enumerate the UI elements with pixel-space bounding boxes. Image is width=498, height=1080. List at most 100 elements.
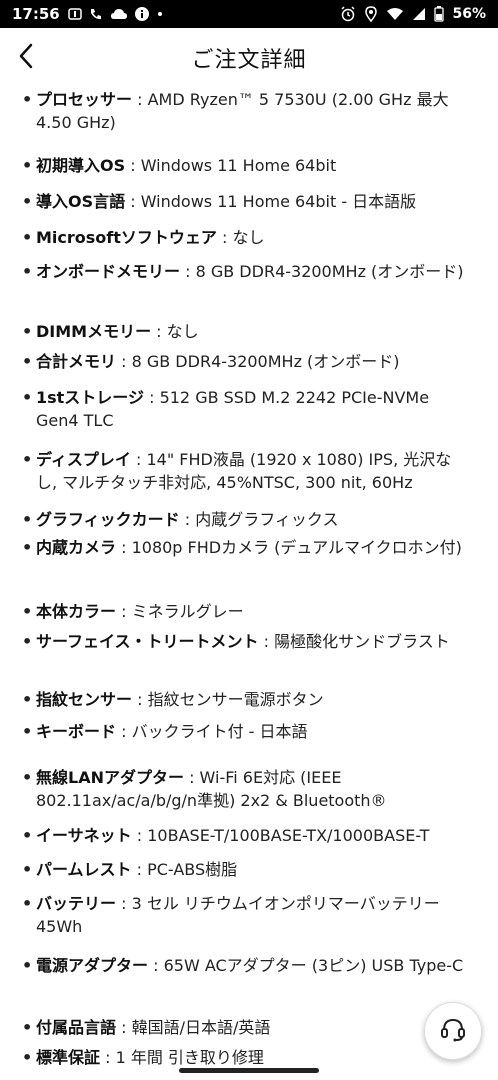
spec-label: 合計メモリ [36, 352, 117, 371]
info-icon [134, 6, 150, 22]
spec-value: 指紋センサー電源ボタン [147, 690, 324, 709]
bullet-icon: • [22, 262, 33, 281]
sim-icon [68, 7, 82, 21]
spec-text: 1stストレージ : 512 GB SSD M.2 2242 PCIe-NVMe… [36, 386, 472, 432]
spec-item: • DIMMメモリー : なし [22, 320, 472, 343]
spec-separator: : [125, 156, 141, 175]
page-title: ご注文詳細 [191, 48, 307, 73]
spec-text: 初期導入OS : Windows 11 Home 64bit [36, 154, 472, 177]
spec-label: 初期導入OS [36, 156, 126, 175]
bullet-icon: • [22, 228, 33, 247]
spec-separator: : [148, 956, 164, 975]
spec-separator: : [116, 538, 132, 557]
spec-item: • 内蔵カメラ : 1080p FHDカメラ (デュアルマイクロホン付) [22, 536, 472, 559]
spec-separator: : [144, 388, 160, 407]
spec-text: 導入OS言語 : Windows 11 Home 64bit - 日本語版 [36, 190, 472, 213]
spec-separator: : [116, 722, 132, 741]
spec-value: 65W ACアダプター (3ピン) USB Type-C [163, 956, 464, 975]
spec-text: 合計メモリ : 8 GB DDR4-3200MHz (オンボード) [36, 350, 472, 373]
chevron-left-icon [16, 42, 36, 74]
spec-label: キーボード [36, 722, 117, 741]
order-details-content[interactable]: • プロセッサー : AMD Ryzen™ 5 7530U (2.00 GHz 最… [0, 88, 498, 1080]
spec-label: 指紋センサー [36, 690, 133, 709]
spec-separator: : [116, 894, 132, 913]
spec-text: 本体カラー : ミネラルグレー [36, 600, 472, 623]
spec-label: 内蔵カメラ [36, 538, 117, 557]
spec-value: 8 GB DDR4-3200MHz (オンボード) [195, 262, 464, 281]
spec-value: 1080p FHDカメラ (デュアルマイクロホン付) [131, 538, 462, 557]
spec-label: 導入OS言語 [36, 192, 126, 211]
spec-label: サーフェイス・トリートメント [36, 632, 259, 651]
page-header: ご注文詳細 [0, 28, 498, 88]
spec-label: グラフィックカード [36, 510, 180, 529]
spec-separator: : [116, 1018, 132, 1037]
spec-label: パームレスト [36, 860, 132, 879]
spec-text: Microsoftソフトウェア : なし [36, 226, 472, 249]
spec-text: バッテリー : 3 セル リチウムイオンポリマーバッテリー 45Wh [36, 892, 472, 938]
spec-value: なし [166, 322, 199, 341]
battery-percent: 56% [452, 6, 486, 22]
spec-item: • 本体カラー : ミネラルグレー [22, 600, 472, 623]
bullet-icon: • [22, 192, 33, 211]
home-indicator[interactable] [179, 1068, 319, 1073]
bullet-icon: • [22, 632, 33, 651]
status-time: 17:56 [12, 5, 60, 23]
bullet-icon: • [22, 510, 33, 529]
spec-label: DIMMメモリー [36, 322, 152, 341]
spec-label: Microsoftソフトウェア [36, 228, 217, 247]
alarm-icon [340, 6, 356, 22]
spec-item: • サーフェイス・トリートメント : 陽極酸化サンドブラスト [22, 630, 472, 653]
spec-item: • ディスプレイ : 14" FHD液晶 (1920 x 1080) IPS, 光… [22, 448, 472, 494]
cloud-icon [110, 7, 128, 21]
spec-separator: : [183, 768, 200, 787]
spec-text: オンボードメモリー : 8 GB DDR4-3200MHz (オンボード) [36, 260, 472, 283]
spec-value: 内蔵グラフィックス [195, 510, 339, 529]
spec-value: ミネラルグレー [131, 602, 244, 621]
spec-item: • 電源アダプター : 65W ACアダプター (3ピン) USB Type-C [22, 954, 472, 977]
spec-item: • バッテリー : 3 セル リチウムイオンポリマーバッテリー 45Wh [22, 892, 472, 938]
spec-text: 指紋センサー : 指紋センサー電源ボタン [36, 688, 472, 711]
support-chat-button[interactable] [424, 1002, 482, 1060]
spec-separator: : [116, 352, 132, 371]
spec-label: プロセッサー [36, 90, 133, 109]
bullet-icon: • [22, 1018, 33, 1037]
spec-text: プロセッサー : AMD Ryzen™ 5 7530U (2.00 GHz 最大… [36, 88, 472, 134]
spec-item: • グラフィックカード : 内蔵グラフィックス [22, 508, 472, 531]
spec-item: • 導入OS言語 : Windows 11 Home 64bit - 日本語版 [22, 190, 472, 213]
spec-item: • 付属品言語 : 韓国語/日本語/英語 [22, 1016, 472, 1039]
bullet-icon: • [22, 894, 33, 913]
spec-item: • パームレスト : PC-ABS樹脂 [22, 858, 472, 881]
spec-item: • キーボード : バックライト付 - 日本語 [22, 720, 472, 743]
bullet-icon: • [22, 90, 33, 109]
spec-separator: : [132, 90, 148, 109]
dot-icon [156, 10, 164, 18]
spec-separator: : [151, 322, 167, 341]
spec-separator: : [131, 826, 148, 845]
spec-item: • 初期導入OS : Windows 11 Home 64bit [22, 154, 472, 177]
status-bar-right: 56% [340, 6, 486, 22]
cell-signal-icon [412, 7, 426, 21]
spec-text: 無線LANアダプター : Wi-Fi 6E対応 (IEEE 802.11ax/a… [36, 766, 472, 812]
back-button[interactable] [8, 38, 44, 78]
spec-text: イーサネット : 10BASE-T/100BASE-TX/1000BASE-T [36, 824, 472, 847]
bullet-icon: • [22, 538, 33, 557]
bullet-icon: • [22, 156, 33, 175]
spec-item: • 無線LANアダプター : Wi-Fi 6E対応 (IEEE 802.11ax/… [22, 766, 472, 812]
spec-label: イーサネット [36, 826, 132, 845]
spec-value: 陽極酸化サンドブラスト [274, 632, 450, 651]
bullet-icon: • [22, 690, 33, 709]
bullet-icon: • [22, 1048, 33, 1067]
bullet-icon: • [22, 602, 33, 621]
spec-value: バックライト付 - 日本語 [131, 722, 308, 741]
spec-separator: : [179, 510, 196, 529]
spec-item: • イーサネット : 10BASE-T/100BASE-TX/1000BASE-T [22, 824, 472, 847]
spec-text: パームレスト : PC-ABS樹脂 [36, 858, 472, 881]
wifi-icon [386, 7, 404, 21]
spec-separator: : [132, 690, 148, 709]
spec-text: 電源アダプター : 65W ACアダプター (3ピン) USB Type-C [36, 954, 472, 977]
spec-label: バッテリー [36, 894, 117, 913]
spec-text: 付属品言語 : 韓国語/日本語/英語 [36, 1016, 472, 1039]
spec-label: ディスプレイ [36, 450, 131, 469]
spec-item: • 合計メモリ : 8 GB DDR4-3200MHz (オンボード) [22, 350, 472, 373]
spec-text: キーボード : バックライト付 - 日本語 [36, 720, 472, 743]
